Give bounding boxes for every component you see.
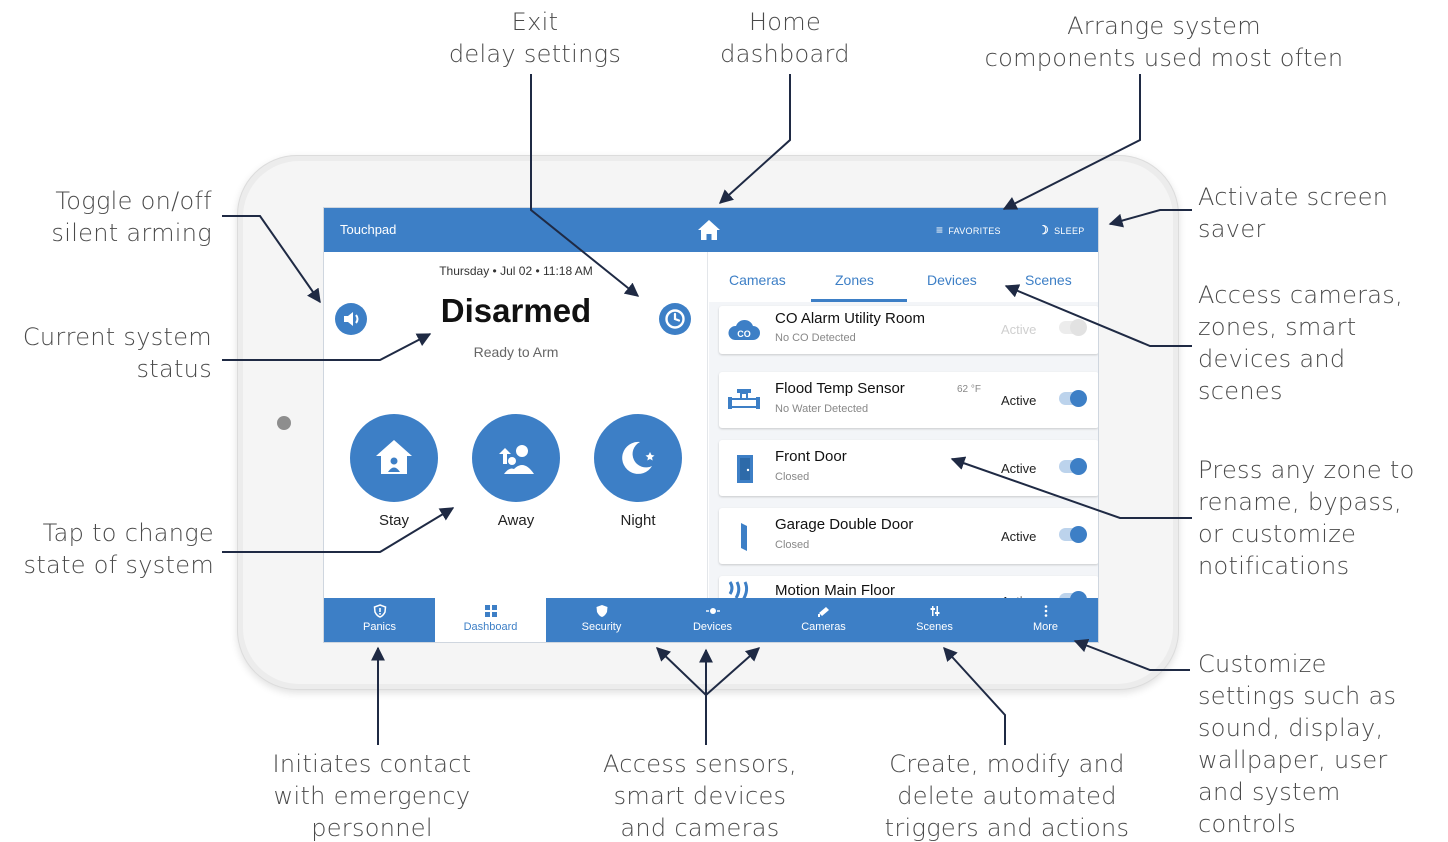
system-substatus: Ready to Arm [473, 344, 559, 360]
callout-initiates: Initiates contact with emergency personn… [272, 750, 472, 842]
callout-access-cameras: Access cameras, zones, smart devices and… [1198, 281, 1404, 405]
arm-away-label: Away [497, 512, 535, 529]
zone-status: Closed [775, 471, 810, 483]
sliders-icon [930, 606, 939, 616]
toggle-knob [1070, 458, 1087, 475]
nav-more-label: More [1032, 621, 1059, 633]
zone-state: Active [1001, 322, 1037, 337]
zone-name: Flood Temp Sensor [775, 380, 905, 397]
zone-name: Garage Double Door [775, 516, 914, 533]
moon-stars-icon [594, 414, 682, 502]
callout-exit-delay: Exit delay settings [448, 8, 622, 68]
shield-alert-icon [373, 604, 386, 618]
arm-night-button[interactable]: Night [593, 414, 683, 529]
nav-security[interactable]: Security [546, 598, 657, 642]
callout-tap-change: Tap to change state of system [23, 519, 214, 579]
co-cloud-icon: CO [728, 319, 760, 340]
favorites-button[interactable]: ≡ FAVORITES [936, 223, 1001, 237]
touchpad-screen: Touchpad ≡ FAVORITES ☽ SLEEP Thursday • Ju… [323, 207, 1099, 643]
zone-state: Active [1001, 529, 1037, 544]
callout-screen-saver: Activate screen saver [1198, 183, 1389, 243]
zone-state: Active [1001, 461, 1037, 476]
app-title: Touchpad [340, 222, 397, 237]
pipe-icon [728, 389, 760, 409]
tab-scenes[interactable]: Scenes [1025, 272, 1072, 288]
callout-customize: Customize settings such as sound, displa… [1198, 650, 1397, 838]
toggle-knob [1070, 526, 1087, 543]
top-bar: Touchpad ≡ FAVORITES ☽ SLEEP [324, 208, 1098, 252]
door-icon [737, 455, 753, 483]
moon-icon: ☽ [1038, 223, 1050, 237]
exit-delay-button[interactable] [659, 303, 691, 335]
sleep-button[interactable]: ☽ SLEEP [1038, 223, 1085, 237]
callout-access-sensors: Access sensors, smart devices and camera… [603, 750, 797, 842]
nav-devices[interactable]: Devices [657, 598, 768, 642]
tablet-camera-dot [277, 416, 291, 430]
zone-row[interactable]: Flood Temp Sensor No Water Detected 62 °… [719, 372, 1098, 428]
camera-icon [817, 607, 829, 617]
zone-row[interactable]: Front Door Closed Active [719, 440, 1098, 496]
toggle-knob [1070, 319, 1087, 336]
nav-cameras[interactable]: Cameras [768, 598, 879, 642]
tab-devices[interactable]: Devices [927, 272, 977, 288]
callout-arrange: Arrange system components used most ofte… [984, 12, 1344, 72]
nav-scenes-label: Scenes [916, 621, 953, 633]
nav-cameras-label: Cameras [801, 621, 846, 633]
arm-away-button[interactable]: Away [471, 414, 561, 529]
zone-status: Closed [775, 539, 810, 551]
nav-more[interactable]: More [990, 598, 1098, 642]
tab-zones[interactable]: Zones [835, 272, 874, 288]
nav-scenes[interactable]: Scenes [879, 598, 990, 642]
toggle-knob [1070, 390, 1087, 407]
zone-name: Motion Main Floor [775, 582, 896, 599]
callout-current-status: Current system status [22, 323, 212, 383]
speaker-icon [344, 312, 359, 326]
silent-arming-toggle[interactable] [335, 303, 367, 335]
nav-dashboard-label: Dashboard [463, 621, 518, 633]
people-arrow-icon [472, 414, 560, 502]
status-panel: Thursday • Jul 02 • 11:18 AM Disarmed Re… [324, 252, 708, 598]
zone-row[interactable]: Garage Double Door Closed Active [719, 508, 1098, 564]
nav-panics[interactable]: Panics [324, 598, 435, 642]
callout-home-dashboard: Home dashboard [720, 8, 850, 68]
nav-security-label: Security [581, 621, 622, 633]
zone-temperature: 62 °F [957, 384, 982, 395]
arm-stay-button[interactable]: Stay [349, 414, 439, 529]
zone-toggle[interactable] [1059, 390, 1087, 407]
tab-active-indicator [811, 299, 907, 302]
zone-status: No Water Detected [775, 403, 869, 415]
bulb-icon [705, 608, 720, 614]
tab-bar: Cameras Zones Devices Scenes [709, 252, 1098, 302]
home-icon[interactable] [696, 217, 722, 243]
tab-cameras[interactable]: Cameras [729, 272, 786, 288]
bottom-nav: Panics Dashboard Security Devices Camera… [324, 598, 1098, 642]
nav-devices-label: Devices [692, 621, 733, 633]
grid-icon [484, 605, 497, 617]
favorites-icon: ≡ [936, 223, 944, 237]
arm-night-label: Night [620, 512, 656, 529]
zones-panel: Cameras Zones Devices Scenes CO CO Alarm… [709, 252, 1098, 632]
zone-toggle[interactable] [1059, 458, 1087, 475]
zone-toggle[interactable] [1059, 526, 1087, 543]
shield-icon [596, 605, 607, 617]
callout-press-zone: Press any zone to rename, bypass, or cus… [1198, 456, 1415, 580]
nav-dashboard[interactable]: Dashboard [435, 598, 546, 642]
system-status: Disarmed [440, 292, 592, 329]
date-time: Thursday • Jul 02 • 11:18 AM [439, 264, 593, 278]
house-person-icon [350, 414, 438, 502]
nav-panics-label: Panics [362, 621, 397, 633]
zone-toggle[interactable] [1059, 319, 1087, 336]
door-panel-icon [741, 523, 747, 551]
zone-name: Front Door [775, 448, 847, 465]
dots-icon [1044, 605, 1047, 617]
zone-state: Active [1001, 393, 1037, 408]
callout-create-modify: Create, modify and delete automated trig… [884, 750, 1130, 842]
clock-icon [665, 309, 685, 329]
zone-name: CO Alarm Utility Room [775, 310, 926, 327]
svg-text:CO: CO [737, 329, 751, 339]
arm-stay-label: Stay [378, 512, 409, 529]
zone-status: No CO Detected [775, 332, 856, 344]
callout-toggle-silent: Toggle on/off silent arming [51, 187, 212, 247]
zone-row[interactable]: CO CO Alarm Utility Room No CO Detected … [719, 306, 1098, 354]
